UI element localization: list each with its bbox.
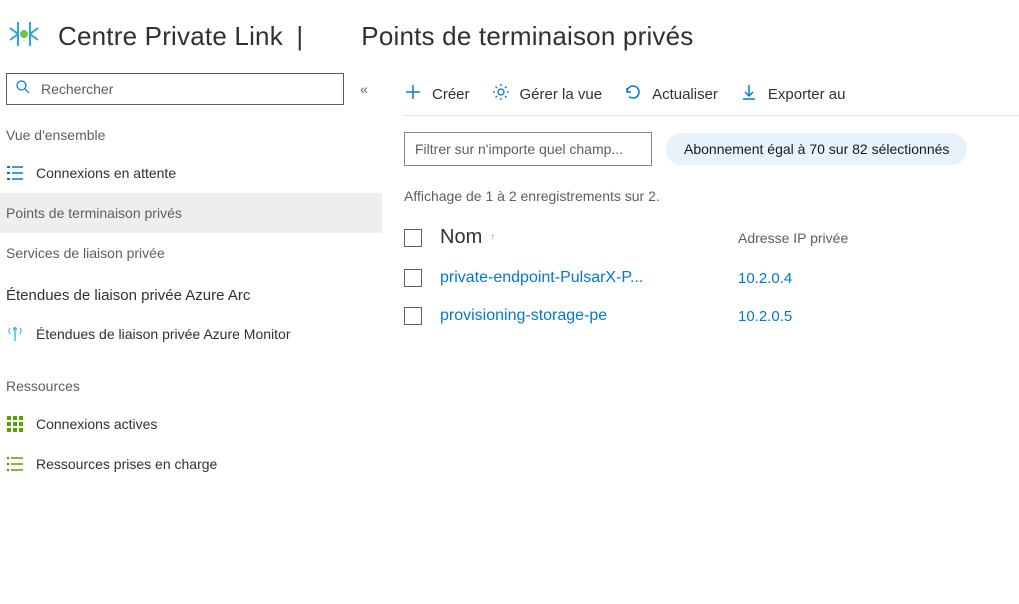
tool-label: Créer [432,86,470,103]
sidebar-item-supported-resources[interactable]: Ressources prises en charge [0,444,382,484]
column-header-label: Nom [440,226,482,249]
sidebar-item-private-endpoints[interactable]: Points de terminaison privés [0,193,382,233]
checklist-icon [6,164,24,182]
sidebar-search-input[interactable] [41,81,335,97]
sidebar: « Vue d'ensemble Connexions en attente P… [0,65,382,604]
sidebar-collapse-toggle[interactable]: « [354,81,374,97]
create-button[interactable]: Créer [404,83,470,105]
tool-label: Exporter au [768,86,846,103]
subscription-filter-pill[interactable]: Abonnement égal à 70 sur 82 sélectionnés [666,133,967,165]
search-icon [15,79,31,100]
refresh-button[interactable]: Actualiser [624,83,718,105]
sidebar-section-resources: Ressources [0,354,382,404]
endpoint-ip-value: 10.2.0.4 [738,270,792,287]
record-count-label: Affichage de 1 à 2 enregistrements sur 2… [404,176,1019,222]
private-link-brand-icon [8,18,40,55]
sidebar-item-private-link-services[interactable]: Services de liaison privée [0,233,382,273]
tool-label: Actualiser [652,86,718,103]
sidebar-section-azure-arc: Étendues de liaison privée Azure Arc [0,273,382,314]
row-checkbox[interactable] [404,269,422,287]
page-title: Points de terminaison privés [361,21,693,51]
filter-input[interactable] [404,132,652,166]
endpoint-name-link[interactable]: provisioning-storage-pe [440,307,738,325]
grid-icon [6,415,24,433]
title-separator: | [296,21,303,51]
plus-icon [404,83,422,105]
sidebar-search-box[interactable] [6,73,344,105]
sidebar-item-pending-connections[interactable]: Connexions en attente [0,153,382,193]
sidebar-item-azure-monitor-scopes[interactable]: Étendues de liaison privée Azure Monitor [0,314,382,354]
sidebar-item-label: Services de liaison privée [6,245,165,261]
column-header-ip[interactable]: Adresse IP privée [738,230,848,246]
brand-title: Centre Private Link [58,21,283,51]
sidebar-overview[interactable]: Vue d'ensemble [0,117,382,153]
sidebar-item-label: Points de terminaison privés [6,205,182,221]
gear-icon [492,83,510,105]
row-checkbox[interactable] [404,307,422,325]
table-header: Nom ↑ Adresse IP privée [404,222,1019,259]
main-content: Créer Gérer la vue Actualiser [382,65,1019,604]
column-header-name[interactable]: Nom ↑ [440,226,738,249]
page-header: Centre Private Link | Points de terminai… [0,0,1019,65]
download-icon [740,83,758,105]
table-row: private-endpoint-PulsarX-P... 10.2.0.4 [404,259,1019,297]
refresh-icon [624,83,642,105]
endpoint-ip-value: 10.2.0.5 [738,308,792,325]
sidebar-item-active-connections[interactable]: Connexions actives [0,404,382,444]
export-button[interactable]: Exporter au [740,83,846,105]
header-title: Centre Private Link | Points de terminai… [58,21,693,52]
list-icon [6,455,24,473]
manage-view-button[interactable]: Gérer la vue [492,83,603,105]
sidebar-item-label: Étendues de liaison privée Azure Monitor [36,326,290,342]
sidebar-item-label: Connexions actives [36,416,157,432]
antenna-icon [6,325,24,343]
sidebar-item-label: Ressources prises en charge [36,456,217,472]
filter-row: Abonnement égal à 70 sur 82 sélectionnés [404,116,1019,176]
endpoint-name-link[interactable]: private-endpoint-PulsarX-P... [440,269,738,287]
sidebar-item-label: Connexions en attente [36,165,176,181]
select-all-checkbox[interactable] [404,229,422,247]
table-row: provisioning-storage-pe 10.2.0.5 [404,297,1019,335]
toolbar: Créer Gérer la vue Actualiser [404,65,1019,116]
tool-label: Gérer la vue [520,86,603,103]
sort-icon: ↑ [490,232,495,243]
